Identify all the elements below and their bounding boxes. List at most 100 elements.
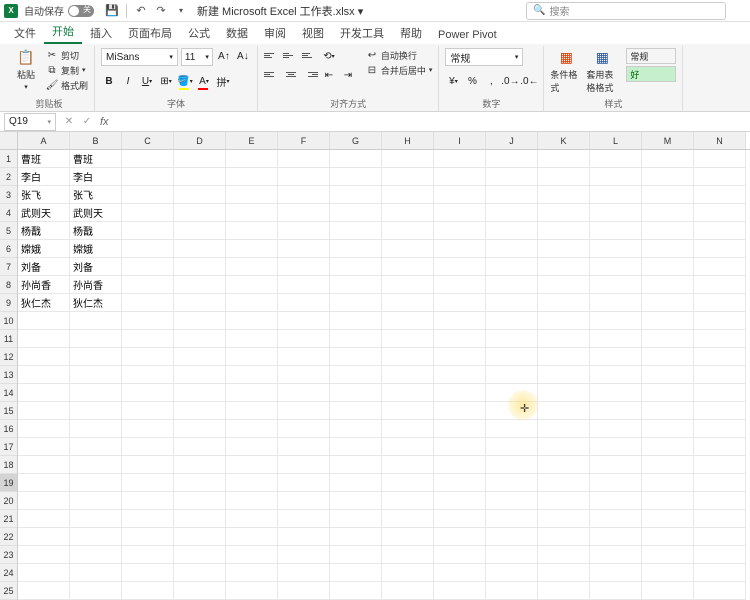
cell[interactable] [590, 204, 642, 222]
cell[interactable] [538, 456, 590, 474]
cell[interactable] [174, 312, 226, 330]
cell[interactable] [278, 474, 330, 492]
row-header[interactable]: 1 [0, 150, 17, 168]
cell[interactable]: 嫦娥 [18, 240, 70, 258]
cell[interactable] [18, 420, 70, 438]
cell[interactable] [330, 186, 382, 204]
row-header[interactable]: 12 [0, 348, 17, 366]
cell[interactable] [70, 528, 122, 546]
row-header[interactable]: 13 [0, 366, 17, 384]
cell[interactable] [434, 492, 486, 510]
cell[interactable] [538, 510, 590, 528]
cell[interactable] [226, 456, 278, 474]
merge-center-button[interactable]: ⊟合并后居中▾ [366, 63, 433, 77]
tab-视图[interactable]: 视图 [294, 22, 332, 44]
cell[interactable] [330, 204, 382, 222]
cell[interactable] [642, 258, 694, 276]
cell[interactable] [538, 150, 590, 168]
cell[interactable] [590, 276, 642, 294]
cell[interactable] [122, 366, 174, 384]
cell[interactable] [486, 312, 538, 330]
cell[interactable] [642, 438, 694, 456]
cell[interactable] [226, 222, 278, 240]
column-header[interactable]: N [694, 132, 746, 149]
decrease-font-button[interactable]: A↓ [235, 48, 251, 64]
cell[interactable] [174, 582, 226, 600]
cell[interactable] [590, 258, 642, 276]
cell[interactable] [122, 510, 174, 528]
cell[interactable] [278, 348, 330, 366]
cell[interactable] [642, 402, 694, 420]
cell[interactable] [70, 366, 122, 384]
cell[interactable] [18, 510, 70, 528]
row-header[interactable]: 14 [0, 384, 17, 402]
cell[interactable] [174, 222, 226, 240]
currency-button[interactable]: ¥▾ [445, 73, 461, 89]
cell[interactable] [226, 546, 278, 564]
cell[interactable] [278, 312, 330, 330]
cell[interactable] [590, 330, 642, 348]
cell[interactable] [642, 456, 694, 474]
cell[interactable]: 武则天 [70, 204, 122, 222]
cell[interactable] [174, 294, 226, 312]
cell[interactable] [486, 384, 538, 402]
cell[interactable] [70, 348, 122, 366]
cell[interactable] [486, 348, 538, 366]
cell[interactable] [434, 222, 486, 240]
tab-Power Pivot[interactable]: Power Pivot [430, 26, 505, 44]
wrap-text-button[interactable]: ↩自动换行 [366, 48, 433, 62]
cell[interactable] [382, 150, 434, 168]
cell[interactable] [694, 582, 746, 600]
cell[interactable] [174, 168, 226, 186]
cell[interactable] [18, 438, 70, 456]
cell[interactable] [18, 348, 70, 366]
cell[interactable] [226, 258, 278, 276]
cell[interactable] [70, 582, 122, 600]
cell[interactable]: 李白 [70, 168, 122, 186]
cell[interactable] [226, 294, 278, 312]
cell[interactable] [382, 348, 434, 366]
cell[interactable] [70, 402, 122, 420]
row-header[interactable]: 22 [0, 528, 17, 546]
row-header[interactable]: 7 [0, 258, 17, 276]
cell[interactable]: 李白 [18, 168, 70, 186]
number-format-select[interactable]: 常规▾ [445, 48, 523, 66]
cell[interactable] [538, 168, 590, 186]
cell[interactable] [382, 294, 434, 312]
cell[interactable] [590, 456, 642, 474]
cell[interactable] [174, 186, 226, 204]
cell[interactable]: 刘备 [70, 258, 122, 276]
cell[interactable] [590, 420, 642, 438]
column-header[interactable]: C [122, 132, 174, 149]
cell[interactable] [122, 240, 174, 258]
cell[interactable] [382, 312, 434, 330]
cell[interactable]: 张飞 [18, 186, 70, 204]
cell[interactable] [226, 474, 278, 492]
autosave-toggle[interactable]: 关 [68, 5, 94, 17]
cell[interactable] [174, 240, 226, 258]
cell[interactable] [642, 294, 694, 312]
cell[interactable]: 杨戬 [70, 222, 122, 240]
cell[interactable] [382, 186, 434, 204]
cell[interactable] [382, 582, 434, 600]
cell[interactable] [278, 456, 330, 474]
underline-button[interactable]: U▾ [139, 73, 155, 89]
row-header[interactable]: 16 [0, 420, 17, 438]
cell[interactable]: 张飞 [70, 186, 122, 204]
cell[interactable] [70, 564, 122, 582]
formula-input[interactable] [113, 113, 750, 131]
cell[interactable] [18, 402, 70, 420]
column-header[interactable]: J [486, 132, 538, 149]
cell-area[interactable]: 曹班曹班李白李白张飞张飞武则天武则天杨戬杨戬嫦娥嫦娥刘备刘备孙尚香孙尚香狄仁杰狄… [18, 150, 750, 600]
cell[interactable] [434, 564, 486, 582]
cell[interactable] [434, 276, 486, 294]
cell[interactable] [590, 186, 642, 204]
cell[interactable] [174, 402, 226, 420]
cell[interactable] [122, 258, 174, 276]
cell[interactable] [590, 492, 642, 510]
cell[interactable] [226, 564, 278, 582]
align-right-button[interactable] [302, 67, 318, 81]
cell[interactable] [694, 240, 746, 258]
cell[interactable] [18, 564, 70, 582]
cell[interactable]: 刘备 [18, 258, 70, 276]
